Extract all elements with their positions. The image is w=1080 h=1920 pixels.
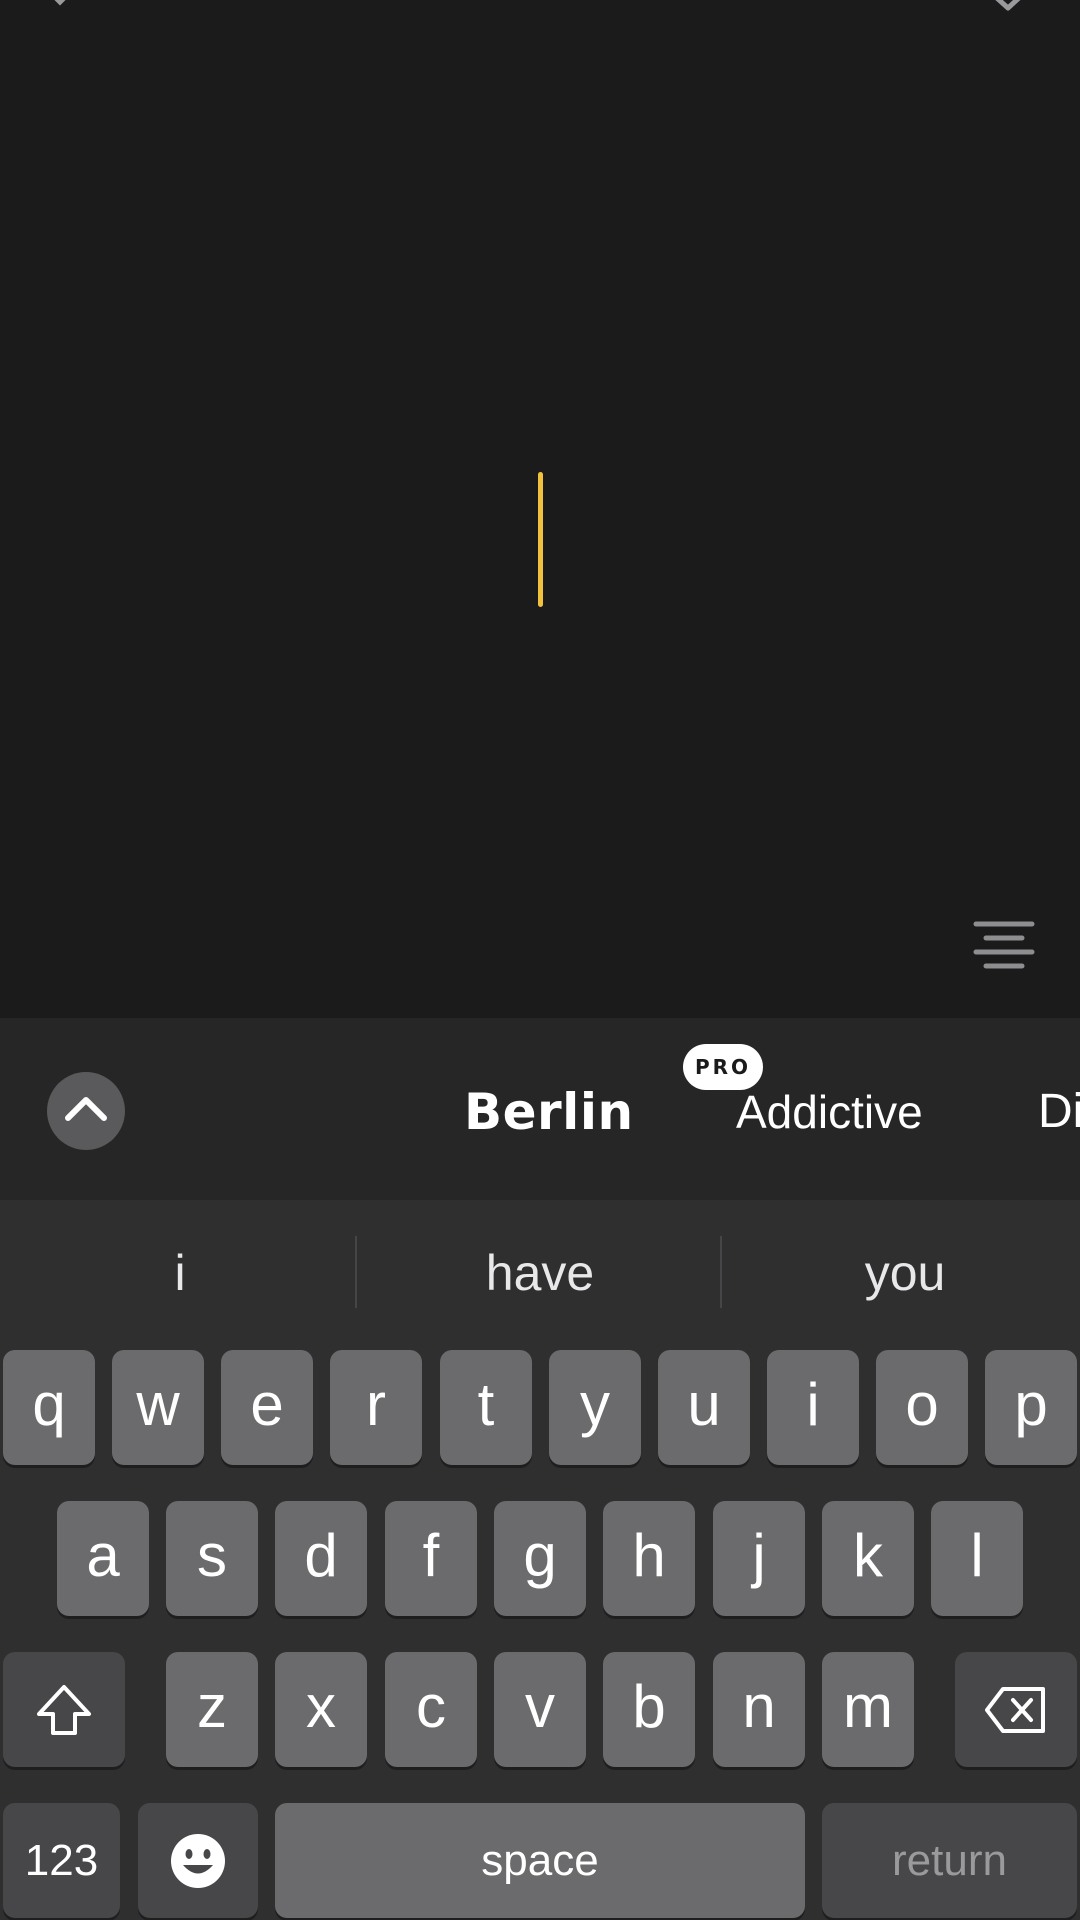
key-b[interactable]: b <box>603 1652 695 1767</box>
font-option-berlin[interactable]: Berlin <box>464 1082 634 1142</box>
key-x[interactable]: x <box>275 1652 367 1767</box>
checkmark-icon <box>995 0 1021 11</box>
key-q[interactable]: q <box>3 1350 95 1465</box>
text-align-button[interactable] <box>968 914 1040 978</box>
emoji-key[interactable] <box>138 1803 258 1918</box>
shift-key[interactable] <box>3 1652 125 1767</box>
suggestion-divider <box>355 1236 357 1308</box>
key-r[interactable]: r <box>330 1350 422 1465</box>
key-i[interactable]: i <box>767 1350 859 1465</box>
shift-icon <box>37 1684 91 1735</box>
close-button[interactable] <box>28 0 92 26</box>
key-u[interactable]: u <box>658 1350 750 1465</box>
key-d[interactable]: d <box>275 1501 367 1616</box>
suggestion-item[interactable]: i <box>0 1238 360 1308</box>
delete-key[interactable] <box>955 1652 1077 1767</box>
numbers-key[interactable]: 123 <box>3 1803 120 1918</box>
key-m[interactable]: m <box>822 1652 914 1767</box>
align-center-icon <box>973 921 1035 969</box>
key-a[interactable]: a <box>57 1501 149 1616</box>
key-f[interactable]: f <box>385 1501 477 1616</box>
key-e[interactable]: e <box>221 1350 313 1465</box>
key-l[interactable]: l <box>931 1501 1023 1616</box>
emoji-icon <box>171 1833 225 1888</box>
key-n[interactable]: n <box>713 1652 805 1767</box>
backspace-icon <box>985 1686 1045 1733</box>
key-z[interactable]: z <box>166 1652 258 1767</box>
chevron-up-icon <box>65 1097 107 1121</box>
key-c[interactable]: c <box>385 1652 477 1767</box>
pro-badge: PRO <box>683 1044 763 1090</box>
key-g[interactable]: g <box>494 1501 586 1616</box>
key-k[interactable]: k <box>822 1501 914 1616</box>
key-y[interactable]: y <box>549 1350 641 1465</box>
font-panel-toggle-button[interactable] <box>47 1072 125 1150</box>
key-v[interactable]: v <box>494 1652 586 1767</box>
return-key[interactable]: return <box>822 1803 1077 1918</box>
suggestion-item[interactable]: you <box>725 1238 1080 1308</box>
done-button[interactable] <box>980 0 1040 26</box>
key-t[interactable]: t <box>440 1350 532 1465</box>
suggestion-divider <box>720 1236 722 1308</box>
key-j[interactable]: j <box>713 1501 805 1616</box>
font-option-partial[interactable]: Di <box>1038 1082 1080 1142</box>
key-s[interactable]: s <box>166 1501 258 1616</box>
key-p[interactable]: p <box>985 1350 1077 1465</box>
suggestion-item[interactable]: have <box>360 1238 720 1308</box>
text-cursor <box>538 472 543 607</box>
key-w[interactable]: w <box>112 1350 204 1465</box>
space-key[interactable]: space <box>275 1803 805 1918</box>
close-icon <box>54 0 66 6</box>
key-h[interactable]: h <box>603 1501 695 1616</box>
font-option-addictive[interactable]: Addictive <box>736 1082 923 1142</box>
key-o[interactable]: o <box>876 1350 968 1465</box>
